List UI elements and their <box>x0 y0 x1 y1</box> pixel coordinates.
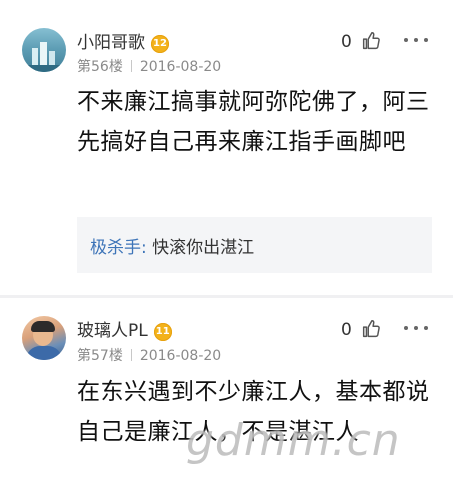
comment-date: 2016-08-20 <box>139 348 222 364</box>
quote-text: 快滚你出湛江 <box>152 238 255 258</box>
comment-meta: 第56楼 2016-08-20 <box>77 56 221 76</box>
username[interactable]: 小阳哥歌 12 <box>77 28 169 53</box>
avatar[interactable] <box>22 316 66 360</box>
comment-item: 小阳哥歌 12 第56楼 2016-08-20 0 不来廉江搞事就阿弥陀佛了，阿三先… <box>0 0 453 296</box>
more-dots-icon[interactable] <box>400 323 432 333</box>
more-dots-icon[interactable] <box>400 35 432 45</box>
level-badge-icon: 11 <box>153 323 172 341</box>
quoted-reply[interactable]: 极杀手: 快滚你出湛江 <box>77 217 432 273</box>
comment-meta: 第57楼 2016-08-20 <box>77 345 221 365</box>
comment-text: 不来廉江搞事就阿弥陀佛了，阿三先搞好自己再来廉江指手画脚吧 <box>77 89 430 155</box>
thumbs-up-icon[interactable] <box>360 318 382 340</box>
floor-number: 第57楼 <box>77 348 123 364</box>
level-badge-icon: 12 <box>151 35 169 53</box>
quote-author[interactable]: 极杀手: <box>90 238 147 258</box>
comment-text: 在东兴遇到不少廉江人，基本都说自己是廉江人，不是湛江人 <box>77 379 430 445</box>
like-count: 0 <box>341 320 352 340</box>
comment-item: 玻璃人PL 11 第57楼 2016-08-20 0 在东兴遇到不少廉江人，基本都说… <box>0 298 453 500</box>
comment-date: 2016-08-20 <box>139 59 222 75</box>
floor-number: 第56楼 <box>77 59 123 75</box>
thumbs-up-icon[interactable] <box>360 30 382 52</box>
avatar[interactable] <box>22 28 66 72</box>
like-count: 0 <box>341 32 352 52</box>
username[interactable]: 玻璃人PL 11 <box>77 316 172 341</box>
